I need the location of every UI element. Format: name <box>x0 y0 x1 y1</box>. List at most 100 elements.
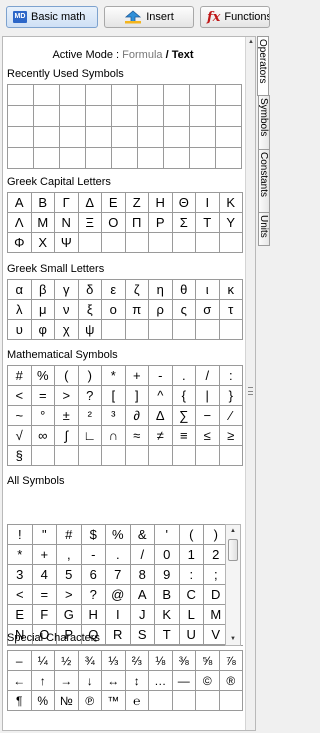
symbol-cell[interactable]: - <box>149 366 173 386</box>
symbol-cell[interactable]: * <box>102 366 126 386</box>
symbol-cell[interactable]: ⅓ <box>102 651 126 671</box>
symbol-cell[interactable]: Η <box>149 193 173 213</box>
symbol-cell[interactable] <box>125 446 149 466</box>
symbol-cell[interactable]: — <box>172 671 196 691</box>
symbol-cell[interactable]: № <box>55 691 79 711</box>
symbol-cell[interactable]: " <box>32 525 57 545</box>
symbol-cell[interactable]: ? <box>81 585 106 605</box>
symbol-cell[interactable] <box>216 148 242 169</box>
symbol-cell[interactable]: 1 <box>179 545 204 565</box>
symbol-cell[interactable]: ∂ <box>125 406 149 426</box>
symbol-cell[interactable]: ∕ <box>219 406 243 426</box>
symbol-cell[interactable] <box>164 148 190 169</box>
symbol-cell[interactable]: ψ <box>78 320 102 340</box>
symbol-cell[interactable]: ↔ <box>102 671 126 691</box>
symbol-cell[interactable]: 3 <box>8 565 33 585</box>
symbol-cell[interactable]: Τ <box>196 213 220 233</box>
symbol-cell[interactable]: } <box>219 386 243 406</box>
symbol-cell[interactable]: ™ <box>102 691 126 711</box>
symbol-cell[interactable]: ζ <box>125 280 149 300</box>
symbol-cell[interactable]: ! <box>8 525 33 545</box>
symbol-cell[interactable]: θ <box>172 280 196 300</box>
symbol-cell[interactable]: φ <box>31 320 55 340</box>
symbol-cell[interactable]: ? <box>78 386 102 406</box>
symbol-cell[interactable] <box>164 127 190 148</box>
symbol-cell[interactable] <box>125 233 149 253</box>
symbol-cell[interactable]: % <box>31 691 55 711</box>
symbol-cell[interactable]: < <box>8 386 32 406</box>
symbol-cell[interactable] <box>125 320 149 340</box>
symbol-cell[interactable] <box>196 233 220 253</box>
symbol-cell[interactable]: ℗ <box>78 691 102 711</box>
symbol-cell[interactable]: Κ <box>219 193 243 213</box>
all-symbols-list[interactable]: ! " # $% & '() * +, -./0 1 2 3 4 5 6 7 8 9:; < = >? @ A B C D E F G H… <box>7 524 243 646</box>
symbol-cell[interactable]: ↓ <box>78 671 102 691</box>
insert-button[interactable]: Insert <box>104 6 194 28</box>
symbol-cell[interactable]: . <box>106 545 131 565</box>
symbol-cell[interactable]: 8 <box>130 565 155 585</box>
symbol-cell[interactable] <box>172 691 196 711</box>
symbol-cell[interactable] <box>8 148 34 169</box>
symbol-cell[interactable]: H <box>81 605 106 625</box>
symbol-cell[interactable]: : <box>219 366 243 386</box>
symbol-cell[interactable]: ⅛ <box>149 651 173 671</box>
symbol-cell[interactable]: , <box>57 545 82 565</box>
symbol-cell[interactable]: A <box>130 585 155 605</box>
symbol-cell[interactable] <box>86 85 112 106</box>
symbol-cell[interactable] <box>190 148 216 169</box>
symbol-cell[interactable]: Ο <box>102 213 126 233</box>
symbol-cell[interactable]: 4 <box>32 565 57 585</box>
symbol-cell[interactable]: ® <box>219 671 243 691</box>
symbol-cell[interactable]: Χ <box>31 233 55 253</box>
panel-scroll-up-icon[interactable]: ▲ <box>248 39 254 45</box>
symbol-cell[interactable] <box>190 106 216 127</box>
symbol-cell[interactable]: U <box>179 625 204 645</box>
symbol-cell[interactable]: ∟ <box>78 426 102 446</box>
symbol-cell[interactable]: ο <box>102 300 126 320</box>
symbol-cell[interactable]: = <box>32 585 57 605</box>
symbol-cell[interactable]: π <box>125 300 149 320</box>
symbol-cell[interactable] <box>196 446 220 466</box>
symbol-cell[interactable] <box>78 233 102 253</box>
symbol-cell[interactable]: I <box>106 605 131 625</box>
symbol-cell[interactable]: ∫ <box>55 426 79 446</box>
symbol-cell[interactable]: Λ <box>8 213 32 233</box>
symbol-cell[interactable]: / <box>196 366 220 386</box>
symbol-cell[interactable]: : <box>179 565 204 585</box>
symbol-cell[interactable]: ³ <box>102 406 126 426</box>
symbol-cell[interactable] <box>196 320 220 340</box>
symbol-cell[interactable]: – <box>8 651 32 671</box>
symbol-cell[interactable]: 6 <box>81 565 106 585</box>
mode-text[interactable]: Text <box>172 49 194 61</box>
symbol-cell[interactable]: ≡ <box>172 426 196 446</box>
symbol-cell[interactable]: ∑ <box>172 406 196 426</box>
symbol-cell[interactable] <box>8 85 34 106</box>
tab-operators[interactable]: Operators <box>257 36 269 96</box>
symbol-cell[interactable] <box>216 106 242 127</box>
symbol-cell[interactable] <box>86 127 112 148</box>
symbol-cell[interactable] <box>86 148 112 169</box>
symbol-cell[interactable]: ≠ <box>149 426 173 446</box>
symbol-cell[interactable] <box>138 85 164 106</box>
symbol-cell[interactable]: ∩ <box>102 426 126 446</box>
symbol-cell[interactable] <box>216 127 242 148</box>
symbol-cell[interactable] <box>112 85 138 106</box>
symbol-cell[interactable] <box>164 106 190 127</box>
symbol-cell[interactable]: 9 <box>155 565 180 585</box>
symbol-cell[interactable]: E <box>8 605 33 625</box>
symbol-cell[interactable]: … <box>149 671 173 691</box>
symbol-cell[interactable]: δ <box>78 280 102 300</box>
symbol-cell[interactable]: > <box>55 386 79 406</box>
symbol-cell[interactable]: ξ <box>78 300 102 320</box>
all-symbols-scrollbar[interactable]: ▲ ▼ <box>225 524 241 646</box>
symbol-cell[interactable] <box>34 127 60 148</box>
symbol-cell[interactable] <box>60 85 86 106</box>
symbol-cell[interactable]: Ξ <box>78 213 102 233</box>
symbol-cell[interactable]: ≤ <box>196 426 220 446</box>
symbol-cell[interactable]: ι <box>196 280 220 300</box>
symbol-cell[interactable]: ^ <box>149 386 173 406</box>
symbol-cell[interactable]: ¼ <box>31 651 55 671</box>
symbol-cell[interactable] <box>102 320 126 340</box>
symbol-cell[interactable]: T <box>155 625 180 645</box>
symbol-cell[interactable]: ² <box>78 406 102 426</box>
